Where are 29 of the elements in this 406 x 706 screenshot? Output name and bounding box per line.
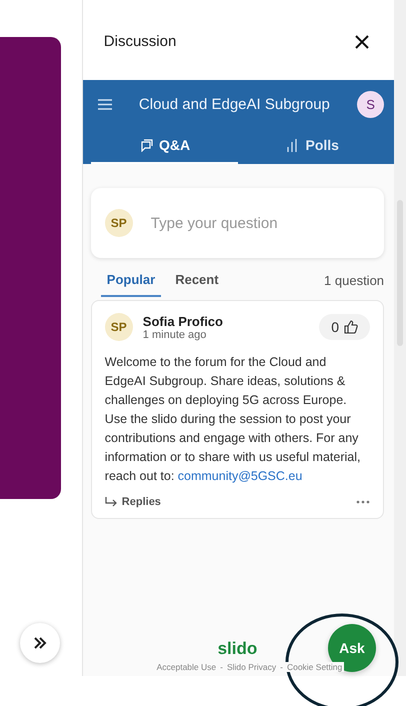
- bar-chart-icon: [286, 138, 300, 152]
- event-title: Cloud and EdgeAI Subgroup: [138, 96, 331, 112]
- chat-icon: [139, 138, 154, 152]
- separator: -: [220, 662, 223, 672]
- tab[interactable]: Polls: [238, 128, 386, 164]
- close-icon[interactable]: [355, 34, 370, 48]
- reply-arrow-icon: [104, 496, 117, 508]
- chevrons-icon: [33, 637, 47, 649]
- footer-link[interactable]: Slido Privacy: [226, 662, 276, 672]
- question-count: 1 question: [324, 272, 384, 288]
- author-name: Sofia Profico: [142, 314, 224, 328]
- like-button[interactable]: 0: [319, 314, 370, 340]
- more-icon[interactable]: [356, 500, 370, 504]
- separator: -: [280, 662, 283, 672]
- replies-button[interactable]: Replies: [104, 496, 161, 508]
- question-text: Welcome to the forum for the Cloud and EdgeAI Subgroup. Share ideas, solutions & challenges on deploying 5G across Europe. Use the slido during the session to post your contributions and engage with others. For any information or to share with us useful material, reach out to: community@5GSC.eu: [104, 354, 362, 485]
- user-avatar[interactable]: S: [357, 90, 384, 118]
- thumbs-up-icon: [344, 320, 358, 334]
- menu-icon[interactable]: [98, 98, 112, 110]
- brand-logo: slido: [218, 639, 258, 659]
- footer-link[interactable]: Acceptable Use: [156, 662, 216, 672]
- email-link[interactable]: community@5GSC.eu: [178, 469, 302, 483]
- expand-button[interactable]: [20, 623, 60, 663]
- timestamp: 1 minute ago: [142, 328, 208, 340]
- scrollbar[interactable]: [394, 0, 406, 676]
- author-avatar: SP: [104, 313, 133, 341]
- sort-tab[interactable]: Popular: [100, 263, 162, 297]
- sort-tab[interactable]: Recent: [169, 263, 225, 297]
- panel-title: Discussion: [104, 33, 176, 50]
